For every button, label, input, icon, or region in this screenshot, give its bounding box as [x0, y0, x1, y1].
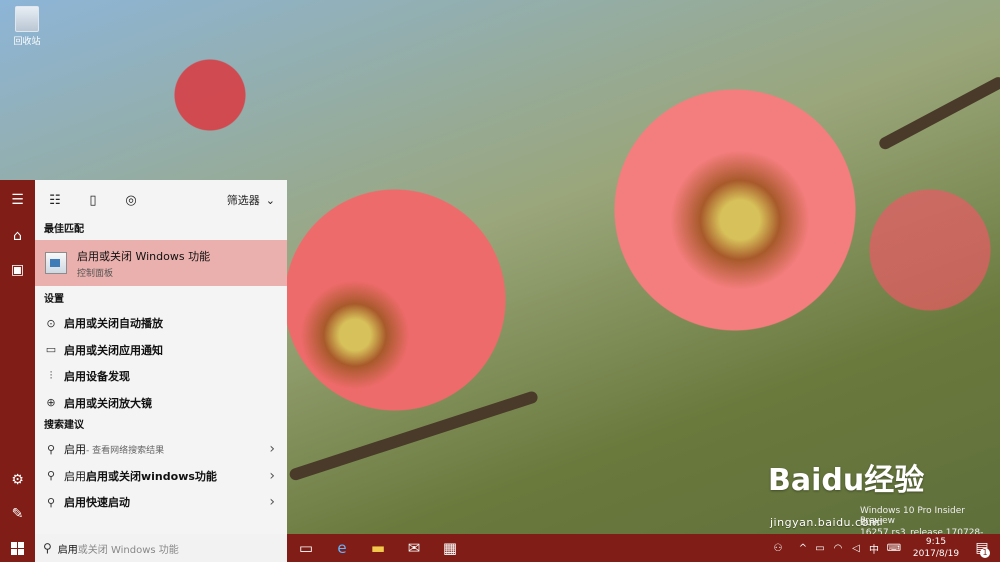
search-panel-toolbar: ☷ ▯ ◎ 筛选器 ⌄: [35, 180, 287, 220]
autoplay-icon: ⊙: [46, 316, 56, 330]
baidu-watermark: Baidu经验: [768, 463, 925, 498]
search-icon: ⚲: [46, 442, 56, 456]
search-icon: ⚲: [43, 541, 52, 555]
document-list-icon[interactable]: ☷: [43, 188, 67, 212]
keyboard-icon[interactable]: ⌨: [886, 534, 902, 562]
suggestion-bold: 启用或关闭windows功能: [86, 469, 217, 483]
flower-center: [670, 150, 810, 290]
branch: [288, 389, 540, 482]
volume-icon[interactable]: ◁: [848, 534, 864, 562]
clock[interactable]: 9:15 2017/8/19: [907, 536, 965, 560]
device-discovery-icon: ⫶: [49, 369, 53, 383]
feedback-icon[interactable]: ✎: [0, 498, 35, 530]
settings-gear-icon[interactable]: ⚙: [0, 464, 35, 496]
settings-item-label: 启用或关闭自动播放: [64, 317, 163, 331]
best-match-title: 启用或关闭 Windows 功能: [77, 249, 211, 263]
chevron-down-icon: ⌄: [265, 193, 275, 207]
search-query-autocomplete: 或关闭 Windows 功能: [77, 544, 179, 556]
search-query-typed: 启用: [57, 544, 78, 556]
branch: [877, 74, 1000, 152]
best-match-result[interactable]: 启用或关闭 Windows 功能 控制面板: [35, 240, 287, 286]
chevron-right-icon[interactable]: ›: [269, 441, 275, 457]
battery-icon[interactable]: ▭: [812, 534, 828, 562]
file-explorer-icon[interactable]: ▬: [360, 534, 396, 562]
notebook-icon[interactable]: ▣: [0, 254, 35, 286]
clock-time: 9:15: [925, 537, 947, 547]
store-icon[interactable]: ▦: [432, 534, 468, 562]
wifi-icon[interactable]: ◠: [830, 534, 846, 562]
best-match-heading: 最佳匹配: [44, 224, 84, 235]
search-icon: ⚲: [46, 469, 56, 483]
edge-icon[interactable]: e: [324, 534, 360, 562]
windows-logo-icon: [11, 541, 24, 555]
chevron-right-icon[interactable]: ›: [269, 468, 275, 484]
recycle-bin-label: 回收站: [13, 37, 41, 47]
start-button[interactable]: [0, 534, 35, 562]
suggestion-item[interactable]: ⚲ 启用启用或关闭windows功能 ›: [35, 463, 287, 490]
start-rail: ☰ ⌂ ▣ ⚙ ✎: [0, 180, 35, 534]
recycle-bin-shortcut[interactable]: 回收站: [9, 6, 45, 47]
notification-count-badge: 1: [980, 548, 990, 558]
taskbar: ⚲ 启用或关闭 Windows 功能 ▭ e ▬ ✉ ▦ ⚇ ^ ▭ ◠ ◁ 中…: [0, 534, 1000, 562]
mail-icon[interactable]: ✉: [396, 534, 432, 562]
suggestion-item[interactable]: ⚲ 启用快速启动 ›: [35, 489, 287, 516]
taskbar-search-box[interactable]: ⚲ 启用或关闭 Windows 功能: [35, 534, 287, 562]
suggestion-rest: - 查看网络搜索结果: [86, 445, 165, 456]
clock-date: 2017/8/19: [912, 549, 960, 559]
hamburger-menu-icon[interactable]: ☰: [0, 184, 35, 216]
suggestion-bold: 启用快速启动: [64, 496, 130, 510]
settings-item-label: 启用或关闭放大镜: [64, 396, 152, 410]
search-suggestions-heading: 搜索建议: [44, 420, 84, 431]
task-view-icon[interactable]: ▭: [288, 534, 324, 562]
settings-item-label: 启用或关闭应用通知: [64, 343, 163, 357]
best-match-subtitle: 控制面板: [77, 268, 114, 279]
settings-heading: 设置: [44, 294, 64, 305]
recycle-bin-icon: [15, 6, 39, 32]
ime-indicator[interactable]: 中: [866, 534, 882, 562]
settings-item-magnifier[interactable]: ⊕ 启用或关闭放大镜: [35, 390, 287, 417]
settings-item-app-notifications[interactable]: ▭ 启用或关闭应用通知: [35, 337, 287, 364]
search-results-panel: ☷ ▯ ◎ 筛选器 ⌄ 最佳匹配 启用或关闭 Windows 功能 控制面板 设…: [35, 180, 287, 534]
flower-center: [300, 280, 410, 390]
control-panel-icon: [45, 252, 67, 274]
home-icon[interactable]: ⌂: [0, 220, 35, 252]
people-icon[interactable]: ⚇: [770, 534, 786, 562]
search-query: 启用或关闭 Windows 功能: [58, 541, 179, 556]
search-icon: ⚲: [46, 495, 56, 509]
filter-dropdown[interactable]: 筛选器 ⌄: [227, 192, 275, 208]
chevron-right-icon[interactable]: ›: [269, 494, 275, 510]
show-hidden-icons-chevron-icon[interactable]: ^: [796, 534, 810, 562]
notification-icon: ▭: [45, 343, 57, 357]
filter-label: 筛选器: [226, 194, 260, 207]
suggestion-item[interactable]: ⚲ 启用 - 查看网络搜索结果 ›: [35, 436, 287, 463]
settings-item-autoplay[interactable]: ⊙ 启用或关闭自动播放: [35, 310, 287, 337]
magnifier-icon: ⊕: [46, 396, 56, 410]
suggestion-bold: 启用: [64, 443, 86, 457]
settings-item-device-discovery[interactable]: ⫶ 启用设备发现: [35, 363, 287, 390]
settings-item-label: 启用设备发现: [64, 370, 130, 384]
file-icon[interactable]: ▯: [81, 188, 105, 212]
globe-icon[interactable]: ◎: [119, 188, 143, 212]
